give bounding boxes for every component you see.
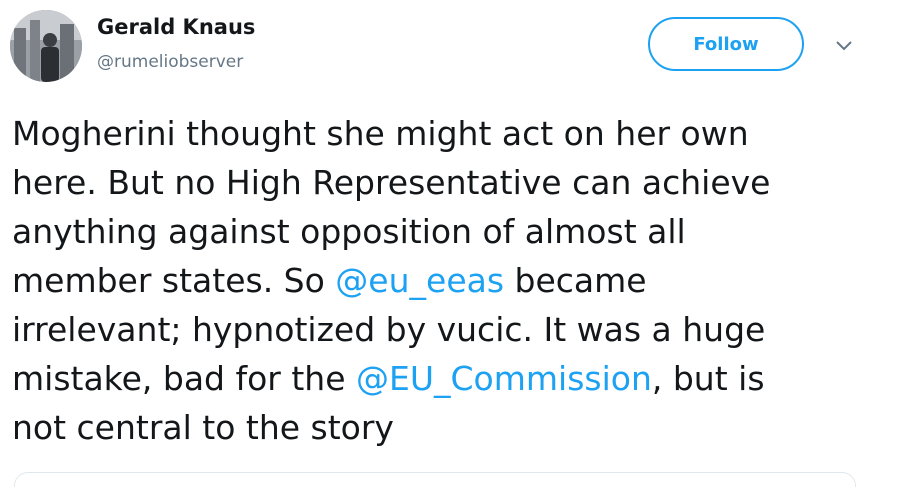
tweet-line: anything against opposition of almost al… — [12, 212, 686, 251]
tweet-text-segment: mistake, bad for the — [12, 359, 357, 398]
tweet: Gerald Knaus @rumeliobserver Follow Mogh… — [0, 0, 900, 487]
tweet-line: Mogherini thought she might act on her o… — [12, 114, 749, 153]
tweet-text: Mogherini thought she might act on her o… — [12, 109, 882, 452]
chevron-down-icon[interactable] — [832, 36, 856, 56]
tweet-line: member states. So @eu_eeas became — [12, 256, 882, 305]
tweet-line: here. But no High Representative can ach… — [12, 163, 771, 202]
tweet-text-segment: , but is — [651, 359, 765, 398]
follow-button[interactable]: Follow — [648, 17, 804, 71]
author-handle[interactable]: @rumeliobserver — [97, 52, 243, 72]
quoted-tweet-card[interactable] — [14, 472, 856, 487]
tweet-line: not central to the story — [12, 408, 394, 447]
author-display-name[interactable]: Gerald Knaus — [97, 15, 255, 39]
mention-link-eu-eeas[interactable]: @eu_eeas — [335, 261, 504, 300]
avatar[interactable] — [10, 10, 82, 82]
tweet-text-segment: member states. So — [12, 261, 336, 300]
avatar-photo — [10, 10, 82, 82]
tweet-line: mistake, bad for the @EU_Commission, but… — [12, 354, 882, 403]
tweet-line: irrelevant; hypnotized by vucic. It was … — [12, 310, 766, 349]
mention-link-eu-commission[interactable]: @EU_Commission — [356, 359, 652, 398]
tweet-text-segment: became — [504, 261, 647, 300]
